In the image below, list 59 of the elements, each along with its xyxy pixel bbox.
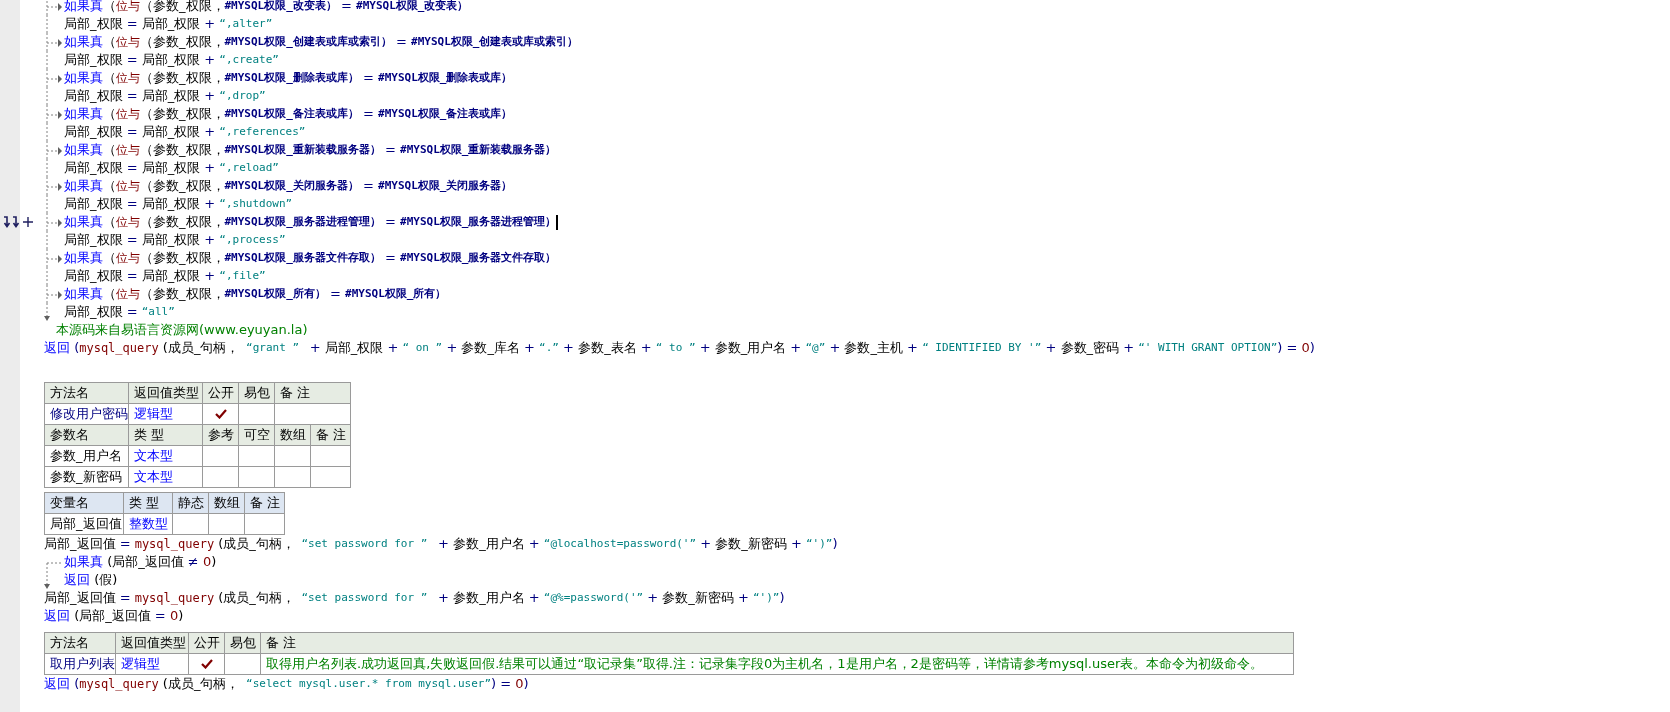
column-header: 可空 — [238, 424, 275, 446]
code-line: 返回 (假) — [64, 571, 118, 589]
column-header: 参数名 — [44, 424, 129, 446]
column-header: 备 注 — [310, 424, 351, 446]
column-header: 公开 — [202, 382, 239, 404]
column-header: 变量名 — [44, 492, 124, 514]
table-cell: 取得用户名列表.成功返回真,失败返回假.结果可以通过“取记录集”取得.注：记录集字段0为主机名，1是用户名，2是密码等，详情请参考mysql.user表。本命令为初级命令。 — [266, 656, 1264, 672]
code-line: 局部_权限 = 局部_权限 + “,drop” — [64, 87, 266, 105]
table-cell: 文本型 — [128, 445, 203, 467]
table-cell: 文本型 — [128, 466, 203, 488]
code-line: 局部_权限 = 局部_权限 + “,alter” — [64, 15, 273, 33]
table-cell: 整数型 — [123, 513, 173, 535]
code-line: 如果真（位与（参数_权限，#MYSQL权限_所有） = #MYSQL权限_所有） — [64, 285, 447, 303]
column-header: 静态 — [172, 492, 209, 514]
code-line: 如果真（位与（参数_权限，#MYSQL权限_改变表） = #MYSQL权限_改变表） — [64, 0, 469, 15]
code-line: 如果真（位与（参数_权限，#MYSQL权限_备注表或库） = #MYSQL权限_备注表或库） — [64, 105, 513, 123]
table-cell: 逻辑型 — [128, 403, 203, 425]
column-header: 返回值类型 — [115, 632, 189, 654]
column-header: 备 注 — [260, 632, 1294, 654]
code-line: 局部_权限 = 局部_权限 + “,reload” — [64, 159, 279, 177]
column-header: 易包 — [238, 382, 275, 404]
code-line: 如果真（位与（参数_权限，#MYSQL权限_关闭服务器） = #MYSQL权限_关闭服务器） — [64, 177, 513, 195]
column-header: 数组 — [208, 492, 245, 514]
code-line: 局部_权限 = 局部_权限 + “,process” — [64, 231, 286, 249]
code-line: 局部_返回值 = mysql_query (成员_句柄， “set password for ” + 参数_用户名 + “@localhost=password('” + 参数_新密码 + “')”) — [44, 535, 838, 553]
code-line: 如果真（位与（参数_权限，#MYSQL权限_服务器文件存取） = #MYSQL权限_服务器文件存取） — [64, 249, 557, 267]
code-line: 局部_权限 = 局部_权限 + “,file” — [64, 267, 266, 285]
code-line: 局部_权限 = 局部_权限 + “,references” — [64, 123, 306, 141]
code-line: 返回 (局部_返回值 = 0) — [44, 607, 184, 625]
code-line: 返回 (mysql_query (成员_句柄， “select mysql.user.* from mysql.user”) = 0) — [44, 675, 529, 693]
plus-icon — [23, 217, 33, 227]
table-cell: 局部_返回值 — [44, 513, 124, 535]
code-line: 如果真（位与（参数_权限，#MYSQL权限_服务器进程管理） = #MYSQL权限_服务器进程管理） — [64, 213, 557, 231]
column-header: 类 型 — [128, 424, 203, 446]
table-cell: 参数_新密码 — [44, 466, 129, 488]
code-line: 如果真（位与（参数_权限，#MYSQL权限_重新装载服务器） = #MYSQL权限_重新装载服务器） — [64, 141, 557, 159]
column-header: 备 注 — [274, 382, 351, 404]
column-header: 备 注 — [244, 492, 285, 514]
table-cell: 逻辑型 — [115, 653, 189, 675]
column-header: 公开 — [188, 632, 225, 654]
table-cell: 修改用户密码 — [44, 403, 129, 425]
table-cell: 参数_用户名 — [44, 445, 129, 467]
code-line: 如果真 (局部_返回值 ≠ 0) — [64, 553, 217, 571]
code-line: 返回 (mysql_query (成员_句柄， “grant ” + 局部_权限 + “ on ” + 参数_库名 + “.” + 参数_表名 + “ to ” + 参数_用户名 + “@” + 参数_主机 + “ IDENTIFIED BY '” + 参数_密码 + “' WITH GRANT OPTION”) = 0) — [44, 339, 1315, 357]
code-line: 局部_权限 = 局部_权限 + “,shutdown” — [64, 195, 293, 213]
column-header: 方法名 — [44, 632, 116, 654]
code-line: 局部_权限 = 局部_权限 + “,create” — [64, 51, 279, 69]
column-header: 返回值类型 — [128, 382, 203, 404]
column-header: 方法名 — [44, 382, 129, 404]
code-comment: 本源码来自易语言资源网(www.eyuyan.la) — [56, 321, 308, 339]
column-header: 易包 — [224, 632, 261, 654]
column-header: 类 型 — [123, 492, 173, 514]
column-header: 数组 — [274, 424, 311, 446]
code-line: 局部_返回值 = mysql_query (成员_句柄， “set password for ” + 参数_用户名 + “@%=password('” + 参数_新密码 + “')”) — [44, 589, 785, 607]
code-line: 如果真（位与（参数_权限，#MYSQL权限_创建表或库或索引） = #MYSQL权限_创建表或库或索引） — [64, 33, 579, 51]
table-cell: 取用户列表 — [44, 653, 116, 675]
code-line: 局部_权限 = “all” — [64, 303, 175, 321]
code-line: 如果真（位与（参数_权限，#MYSQL权限_删除表或库） = #MYSQL权限_删除表或库） — [64, 69, 513, 87]
column-header: 参考 — [202, 424, 239, 446]
